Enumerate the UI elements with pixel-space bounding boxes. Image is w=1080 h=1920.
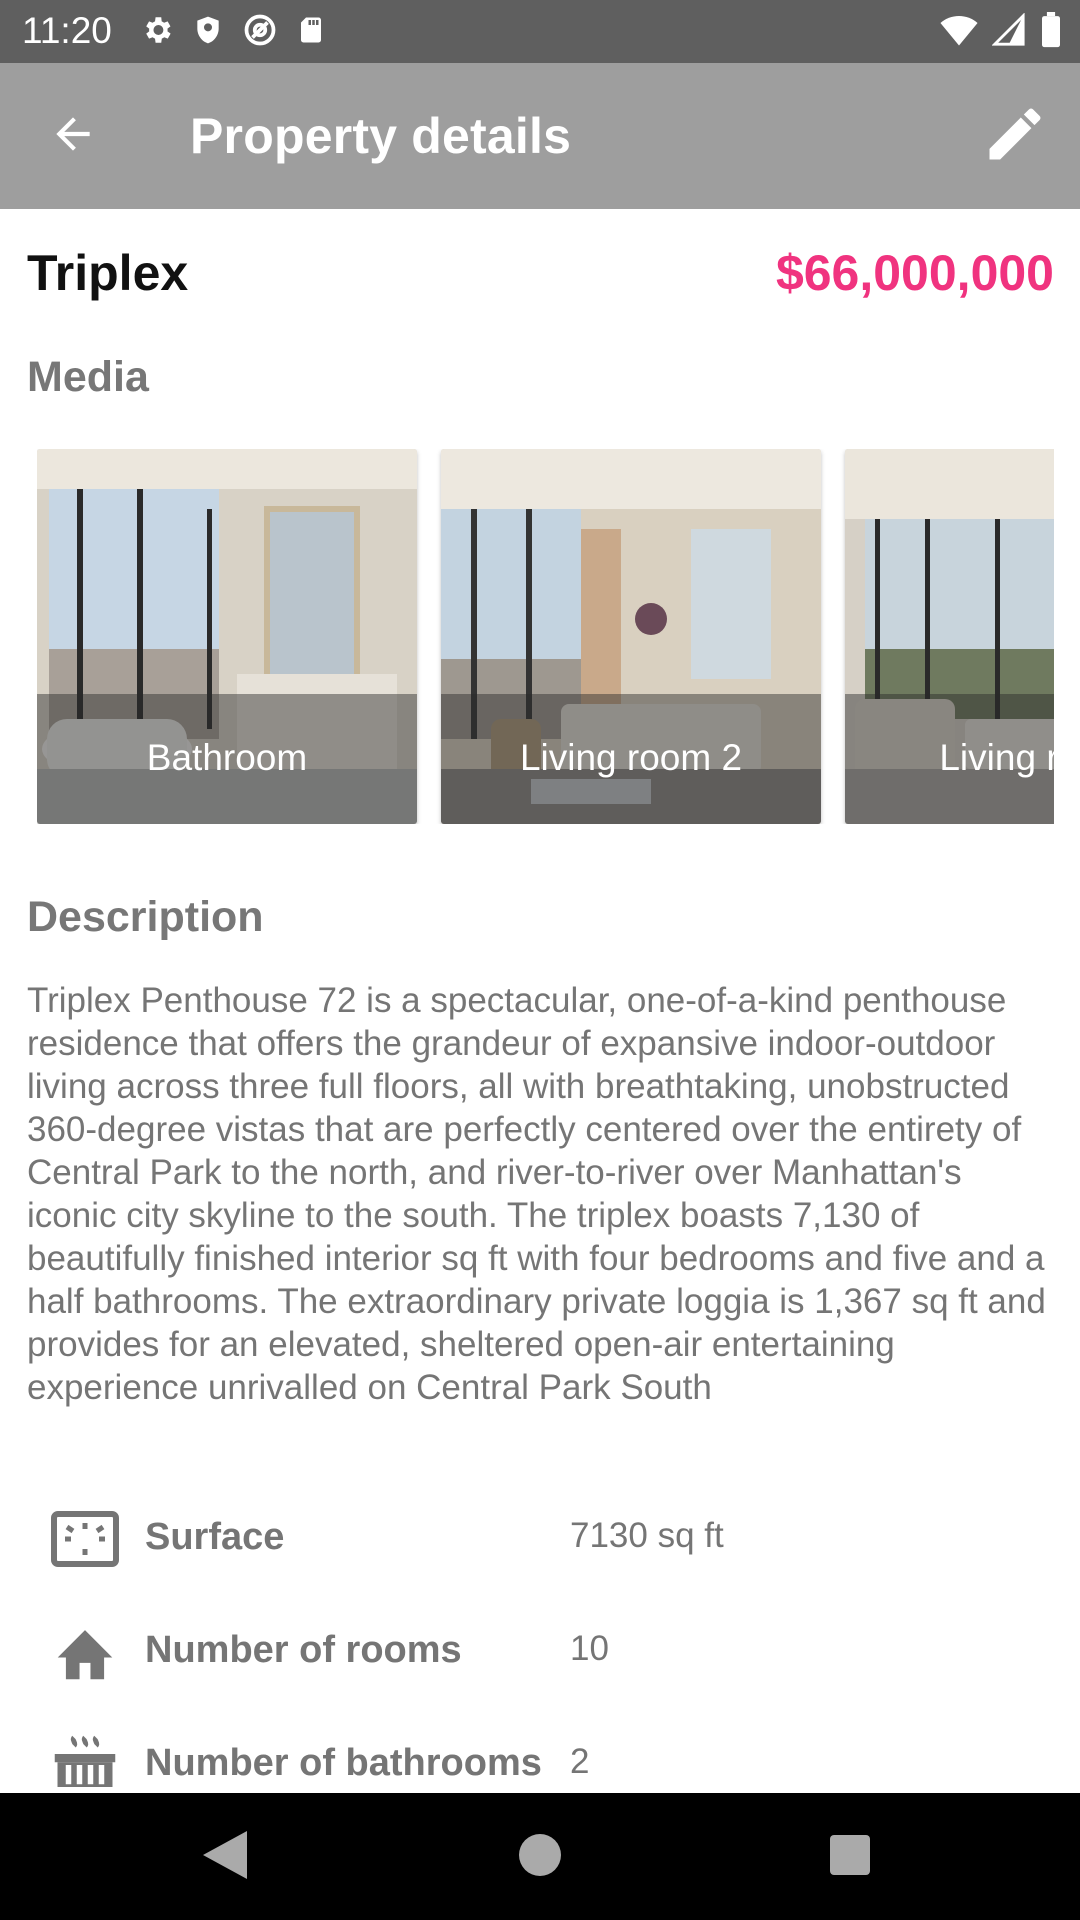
detail-row-rooms: Number of rooms 10: [0, 1611, 1080, 1691]
media-item[interactable]: Living room 2: [441, 449, 821, 824]
page-title: Property details: [190, 108, 572, 164]
detail-row-bathrooms: Number of bathrooms 2: [0, 1724, 1080, 1804]
media-item[interactable]: Living room: [845, 449, 1054, 824]
at-sign-icon: [242, 12, 278, 48]
status-time: 11:20: [22, 10, 112, 51]
sd-card-icon: [296, 13, 326, 47]
pencil-icon: [981, 100, 1049, 173]
media-caption: Living room 2: [519, 737, 743, 778]
battery-icon: [1040, 12, 1062, 48]
detail-label: Number of bathrooms: [145, 1742, 542, 1784]
media-section-title: Media: [27, 353, 149, 401]
status-icons-left: [140, 12, 326, 48]
detail-value: 7130 sq ft: [570, 1516, 724, 1555]
media-caption: Living room: [939, 737, 1054, 778]
shield-icon: [192, 13, 224, 47]
property-price: $66,000,000: [775, 245, 1054, 301]
nav-home-button[interactable]: [510, 1827, 570, 1887]
arrow-back-icon: [48, 109, 98, 164]
description-text: Triplex Penthouse 72 is a spectacular, o…: [27, 981, 1046, 1407]
media-carousel[interactable]: Bathroom Living room 2 Living r: [37, 449, 1054, 824]
back-triangle-icon: [203, 1830, 247, 1884]
status-bar: 11:20: [0, 0, 1080, 63]
property-type: Triplex: [27, 245, 189, 301]
surface-icon: [50, 1504, 120, 1574]
edit-button[interactable]: [978, 99, 1052, 173]
media-item[interactable]: Bathroom: [37, 449, 417, 824]
detail-row-surface: Surface 7130 sq ft: [0, 1498, 1080, 1578]
media-caption: Bathroom: [146, 737, 308, 778]
nav-back-button[interactable]: [195, 1827, 255, 1887]
detail-label: Number of rooms: [145, 1629, 462, 1671]
nav-recents-button[interactable]: [820, 1827, 880, 1887]
wifi-icon: [940, 13, 978, 47]
recents-square-icon: [830, 1834, 870, 1880]
home-circle-icon: [519, 1833, 561, 1881]
settings-icon: [140, 13, 174, 47]
signal-icon: [992, 13, 1026, 47]
app-bar: Property details: [0, 63, 1080, 209]
detail-value: 2: [570, 1742, 590, 1781]
description-section-title: Description: [27, 893, 264, 941]
detail-value: 10: [570, 1629, 609, 1668]
back-button[interactable]: [40, 103, 106, 169]
bathtub-icon: [50, 1730, 120, 1800]
home-icon: [50, 1617, 120, 1687]
status-icons-right: [940, 12, 1062, 48]
detail-label: Surface: [145, 1516, 285, 1558]
navigation-bar: [0, 1793, 1080, 1920]
